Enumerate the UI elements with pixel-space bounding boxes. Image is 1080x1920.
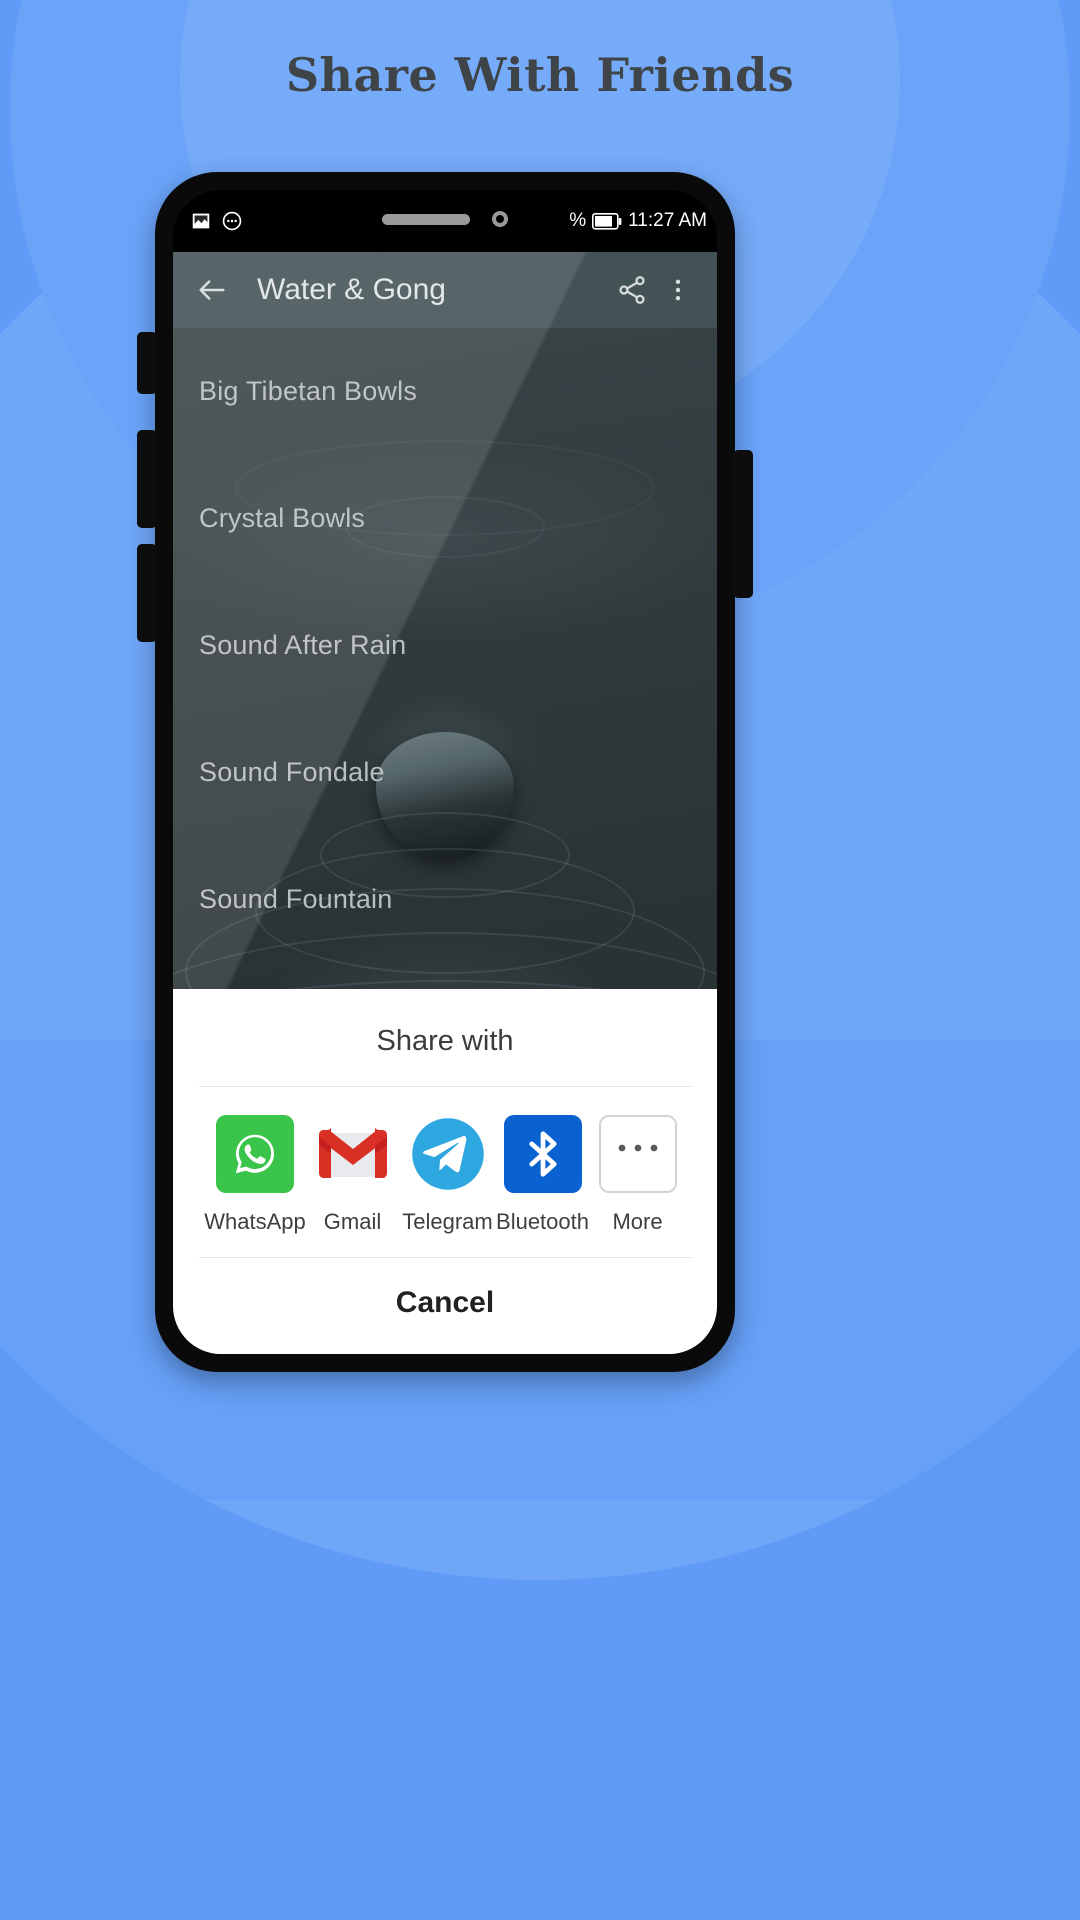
whatsapp-icon <box>216 1115 294 1193</box>
share-target-label: Gmail <box>323 1209 382 1234</box>
track-name: Big Tibetan Bowls <box>199 376 418 406</box>
share-app-list: WhatsApp Gmail Telegram Bluetooth More <box>173 1087 717 1257</box>
more-dots-glyph <box>618 1144 657 1152</box>
status-bar-left-icons <box>173 190 243 252</box>
back-button[interactable] <box>189 267 235 313</box>
share-target-whatsapp[interactable]: WhatsApp <box>204 1115 306 1235</box>
share-target-label: Bluetooth <box>496 1209 589 1234</box>
gmail-icon <box>313 1115 392 1193</box>
phone-mockup: % 11:27 AM Water & Gong Big Tibetan Bowl… <box>137 172 753 1372</box>
cancel-button-label: Cancel <box>395 1286 495 1319</box>
app-bar: Water & Gong <box>173 252 717 328</box>
share-target-more[interactable]: More <box>590 1115 685 1235</box>
page-title: Share With Friends <box>285 48 795 102</box>
front-camera <box>492 211 508 227</box>
app-content: Water & Gong Big Tibetan Bowls Crystal B… <box>173 252 717 1354</box>
share-sheet: Share with WhatsApp Gmail Telegram Bluet… <box>173 989 717 1354</box>
bluetooth-glyph <box>528 1131 557 1177</box>
phone-button-volume-up[interactable] <box>137 430 157 528</box>
share-icon <box>619 276 645 304</box>
cancel-button[interactable]: Cancel <box>173 1258 717 1354</box>
status-bar-right: % 11:27 AM <box>569 190 707 252</box>
signal-percent-label: % <box>569 210 587 231</box>
share-target-gmail[interactable]: Gmail <box>305 1115 400 1235</box>
battery-icon <box>592 212 622 230</box>
share-target-label: More <box>612 1209 663 1234</box>
list-item[interactable]: Sound Fondale <box>173 709 717 836</box>
speaker-grill <box>382 213 470 225</box>
phone-screen: % 11:27 AM Water & Gong Big Tibetan Bowl… <box>173 190 717 1354</box>
share-target-label: WhatsApp <box>204 1209 306 1234</box>
list-item[interactable]: Crystal Bowls <box>173 455 717 582</box>
track-name: Sound After Rain <box>199 630 407 660</box>
app-bar-title: Water & Gong <box>257 273 446 306</box>
track-name: Sound Fountain <box>199 884 393 914</box>
overflow-menu-button[interactable] <box>655 267 701 313</box>
message-dots-icon <box>222 211 242 231</box>
phone-notch <box>320 190 570 248</box>
back-arrow-icon <box>199 280 225 300</box>
whatsapp-glyph <box>235 1134 275 1174</box>
share-button[interactable] <box>609 267 655 313</box>
share-target-label: Telegram <box>402 1209 493 1234</box>
more-icon <box>598 1115 677 1193</box>
share-target-telegram[interactable]: Telegram <box>400 1115 495 1235</box>
list-item[interactable]: Big Tibetan Bowls <box>173 328 717 455</box>
image-icon <box>192 213 210 229</box>
list-item[interactable]: Sound After Rain <box>173 582 717 709</box>
telegram-icon <box>408 1115 487 1193</box>
phone-button-volume-down[interactable] <box>137 544 157 642</box>
phone-button-power[interactable] <box>733 450 753 598</box>
share-target-bluetooth[interactable]: Bluetooth <box>495 1115 590 1235</box>
gmail-glyph <box>318 1128 387 1178</box>
more-vertical-icon <box>675 279 681 301</box>
track-name: Sound Fondale <box>199 757 385 787</box>
status-bar: % 11:27 AM <box>173 190 717 252</box>
bluetooth-icon <box>503 1115 582 1193</box>
track-name: Crystal Bowls <box>199 503 366 533</box>
telegram-glyph <box>411 1118 484 1190</box>
clock-label: 11:27 AM <box>628 210 707 231</box>
share-sheet-title: Share with <box>376 1025 514 1057</box>
phone-button-silent[interactable] <box>137 332 157 394</box>
list-item[interactable]: Sound Fountain <box>173 836 717 963</box>
